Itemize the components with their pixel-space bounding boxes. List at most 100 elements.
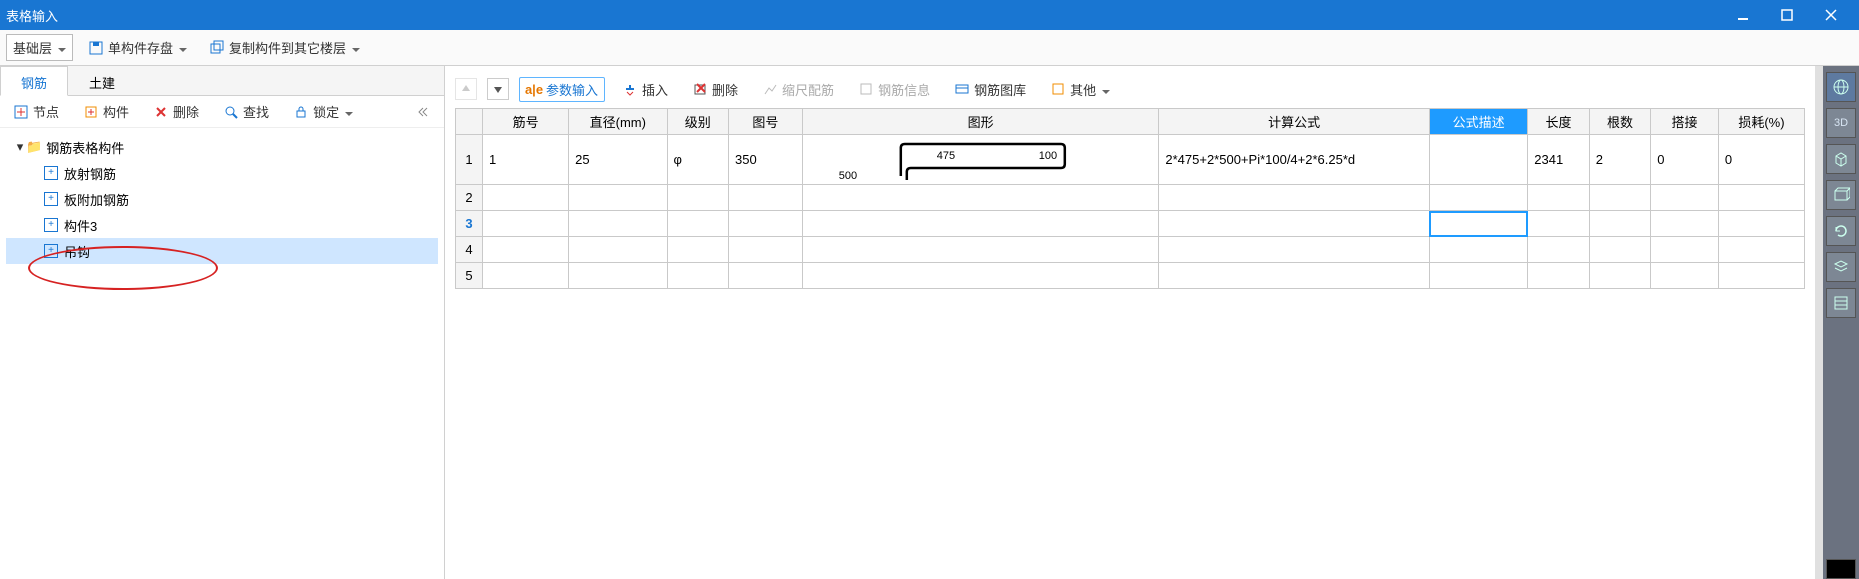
cell-formula[interactable]: 2*475+2*500+Pi*100/4+2*6.25*d — [1159, 135, 1430, 185]
save-icon — [88, 40, 104, 56]
component-tree: ▾ 📁 钢筋表格构件 放射钢筋 板附加钢筋 构件3 吊钩 — [0, 128, 444, 579]
cell-shape[interactable]: 500 475 100 — [802, 135, 1159, 185]
table-row-selected[interactable]: 3 — [456, 211, 1805, 237]
dock-settings-button[interactable] — [1826, 288, 1856, 318]
dock-3d-label: 3D — [1834, 117, 1848, 129]
tree-root[interactable]: ▾ 📁 钢筋表格构件 — [6, 134, 438, 160]
dock-cube-button[interactable] — [1826, 144, 1856, 174]
node-icon — [13, 104, 29, 120]
info-icon — [858, 81, 874, 97]
insert-button[interactable]: 插入 — [615, 76, 675, 103]
row-number[interactable]: 4 — [456, 237, 483, 263]
row-number[interactable]: 3 — [456, 211, 483, 237]
col-header[interactable]: 搭接 — [1651, 109, 1719, 135]
dock-refresh-button[interactable] — [1826, 216, 1856, 246]
cell-jinhao[interactable]: 1 — [483, 135, 569, 185]
dock-3d-button[interactable]: 3D — [1826, 108, 1856, 138]
copy-floors-button[interactable]: 复制构件到其它楼层 — [202, 34, 367, 61]
tree-item-label: 吊钩 — [64, 242, 90, 261]
view-dock: 3D — [1823, 66, 1859, 579]
scale-button[interactable]: 缩尺配筋 — [755, 76, 841, 103]
tab-rebar[interactable]: 钢筋 — [0, 66, 68, 96]
info-button[interactable]: 钢筋信息 — [851, 76, 937, 103]
move-up-button[interactable] — [455, 78, 477, 100]
rebar-item-icon — [44, 218, 58, 232]
cell-loss[interactable]: 0 — [1718, 135, 1804, 185]
table-row[interactable]: 5 — [456, 263, 1805, 289]
twisty-icon[interactable]: ▾ — [14, 139, 26, 155]
cell-overlap[interactable]: 0 — [1651, 135, 1719, 185]
left-panel: 钢筋 土建 节点 构件 删除 查找 锁定 — [0, 66, 445, 579]
tree-item-2[interactable]: 构件3 — [6, 212, 438, 238]
row-header-corner — [456, 109, 483, 135]
param-input-label: 参数输入 — [546, 80, 598, 99]
row-number[interactable]: 2 — [456, 185, 483, 211]
info-label: 钢筋信息 — [878, 80, 930, 99]
find-button[interactable]: 查找 — [216, 98, 276, 125]
close-button[interactable] — [1809, 0, 1853, 30]
col-header[interactable]: 图形 — [802, 109, 1159, 135]
col-header[interactable]: 计算公式 — [1159, 109, 1430, 135]
right-panel: a|e 参数输入 插入 删除 缩尺配筋 钢筋信息 — [445, 66, 1859, 579]
selected-cell[interactable] — [1429, 211, 1527, 237]
col-header[interactable]: 级别 — [667, 109, 728, 135]
rebar-table[interactable]: 筋号 直径(mm) 级别 图号 图形 计算公式 公式描述 长度 根数 搭接 损耗… — [455, 108, 1805, 289]
row-number[interactable]: 5 — [456, 263, 483, 289]
minimize-button[interactable] — [1721, 0, 1765, 30]
col-header[interactable]: 筋号 — [483, 109, 569, 135]
param-input-button[interactable]: a|e 参数输入 — [519, 77, 605, 102]
dock-globe-button[interactable] — [1826, 72, 1856, 102]
layer-dropdown-label: 基础层 — [13, 38, 52, 57]
rebar-item-icon — [44, 166, 58, 180]
window-title: 表格输入 — [6, 6, 1721, 25]
col-header-selected[interactable]: 公式描述 — [1429, 109, 1527, 135]
col-header[interactable]: 直径(mm) — [569, 109, 667, 135]
cell-count[interactable]: 2 — [1589, 135, 1650, 185]
insert-icon — [622, 81, 638, 97]
rebar-item-icon — [44, 244, 58, 258]
chevron-down-icon — [345, 104, 353, 119]
tree-item-3[interactable]: 吊钩 — [6, 238, 438, 264]
other-button[interactable]: 其他 — [1043, 76, 1117, 103]
component-button[interactable]: 构件 — [76, 98, 136, 125]
delete-button[interactable]: 删除 — [146, 98, 206, 125]
col-header[interactable]: 损耗(%) — [1718, 109, 1804, 135]
col-header[interactable]: 图号 — [728, 109, 802, 135]
cell-grade[interactable]: φ — [667, 135, 728, 185]
library-button[interactable]: 钢筋图库 — [947, 76, 1033, 103]
col-header[interactable]: 根数 — [1589, 109, 1650, 135]
component-icon — [83, 104, 99, 120]
dock-padding — [1815, 66, 1823, 579]
tree-item-0[interactable]: 放射钢筋 — [6, 160, 438, 186]
cell-desc[interactable] — [1429, 135, 1527, 185]
dock-bottom-button[interactable] — [1826, 559, 1856, 579]
component-label: 构件 — [103, 102, 129, 121]
table-row[interactable]: 4 — [456, 237, 1805, 263]
tree-collapse-button[interactable] — [408, 100, 438, 124]
shape-label-left: 500 — [839, 170, 857, 182]
table-row[interactable]: 1 1 25 φ 350 500 475 10 — [456, 135, 1805, 185]
save-single-button[interactable]: 单构件存盘 — [81, 34, 194, 61]
lock-label: 锁定 — [313, 102, 339, 121]
folder-icon: 📁 — [26, 139, 42, 155]
row-number[interactable]: 1 — [456, 135, 483, 185]
tab-civil[interactable]: 土建 — [68, 66, 136, 95]
lock-button[interactable]: 锁定 — [286, 98, 360, 125]
cell-diameter[interactable]: 25 — [569, 135, 667, 185]
library-label: 钢筋图库 — [974, 80, 1026, 99]
cell-length[interactable]: 2341 — [1528, 135, 1589, 185]
cell-shape-no[interactable]: 350 — [728, 135, 802, 185]
param-icon: a|e — [526, 81, 542, 97]
lock-icon — [293, 104, 309, 120]
col-header[interactable]: 长度 — [1528, 109, 1589, 135]
dock-box-button[interactable] — [1826, 180, 1856, 210]
table-row[interactable]: 2 — [456, 185, 1805, 211]
grid-delete-button[interactable]: 删除 — [685, 76, 745, 103]
tree-item-1[interactable]: 板附加钢筋 — [6, 186, 438, 212]
layer-dropdown[interactable]: 基础层 — [6, 34, 73, 61]
delete-icon — [153, 104, 169, 120]
dock-layers-button[interactable] — [1826, 252, 1856, 282]
maximize-button[interactable] — [1765, 0, 1809, 30]
move-down-button[interactable] — [487, 78, 509, 100]
node-button[interactable]: 节点 — [6, 98, 66, 125]
